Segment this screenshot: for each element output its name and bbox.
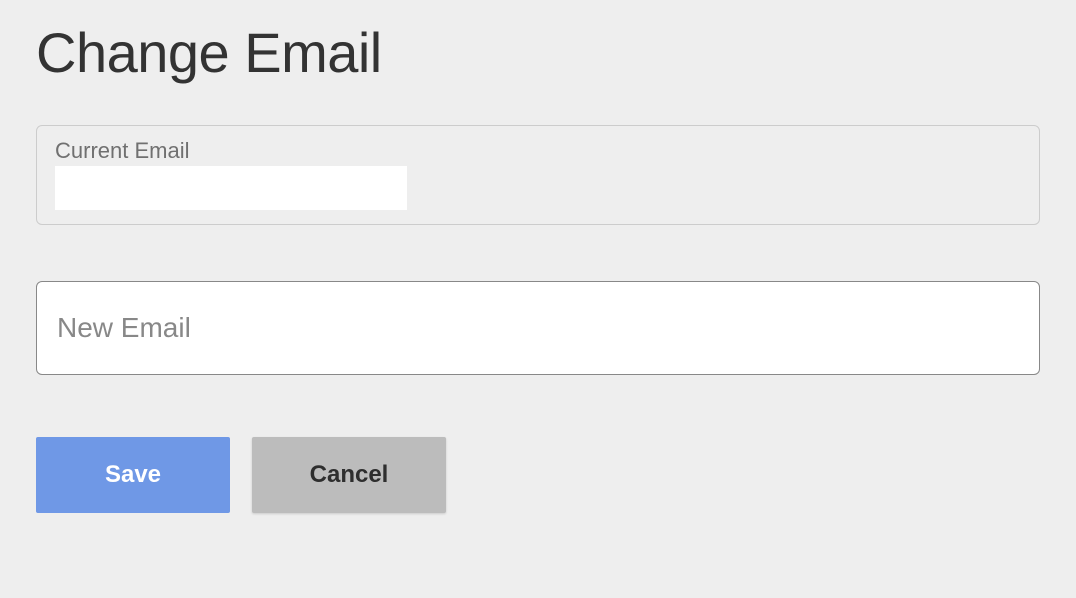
save-button[interactable]: Save <box>36 437 230 513</box>
current-email-container: Current Email <box>36 125 1040 225</box>
page-title: Change Email <box>36 20 1040 85</box>
current-email-label: Current Email <box>55 138 1021 164</box>
current-email-value <box>55 166 407 210</box>
new-email-input[interactable] <box>36 281 1040 375</box>
button-row: Save Cancel <box>36 437 1040 513</box>
cancel-button[interactable]: Cancel <box>252 437 446 513</box>
